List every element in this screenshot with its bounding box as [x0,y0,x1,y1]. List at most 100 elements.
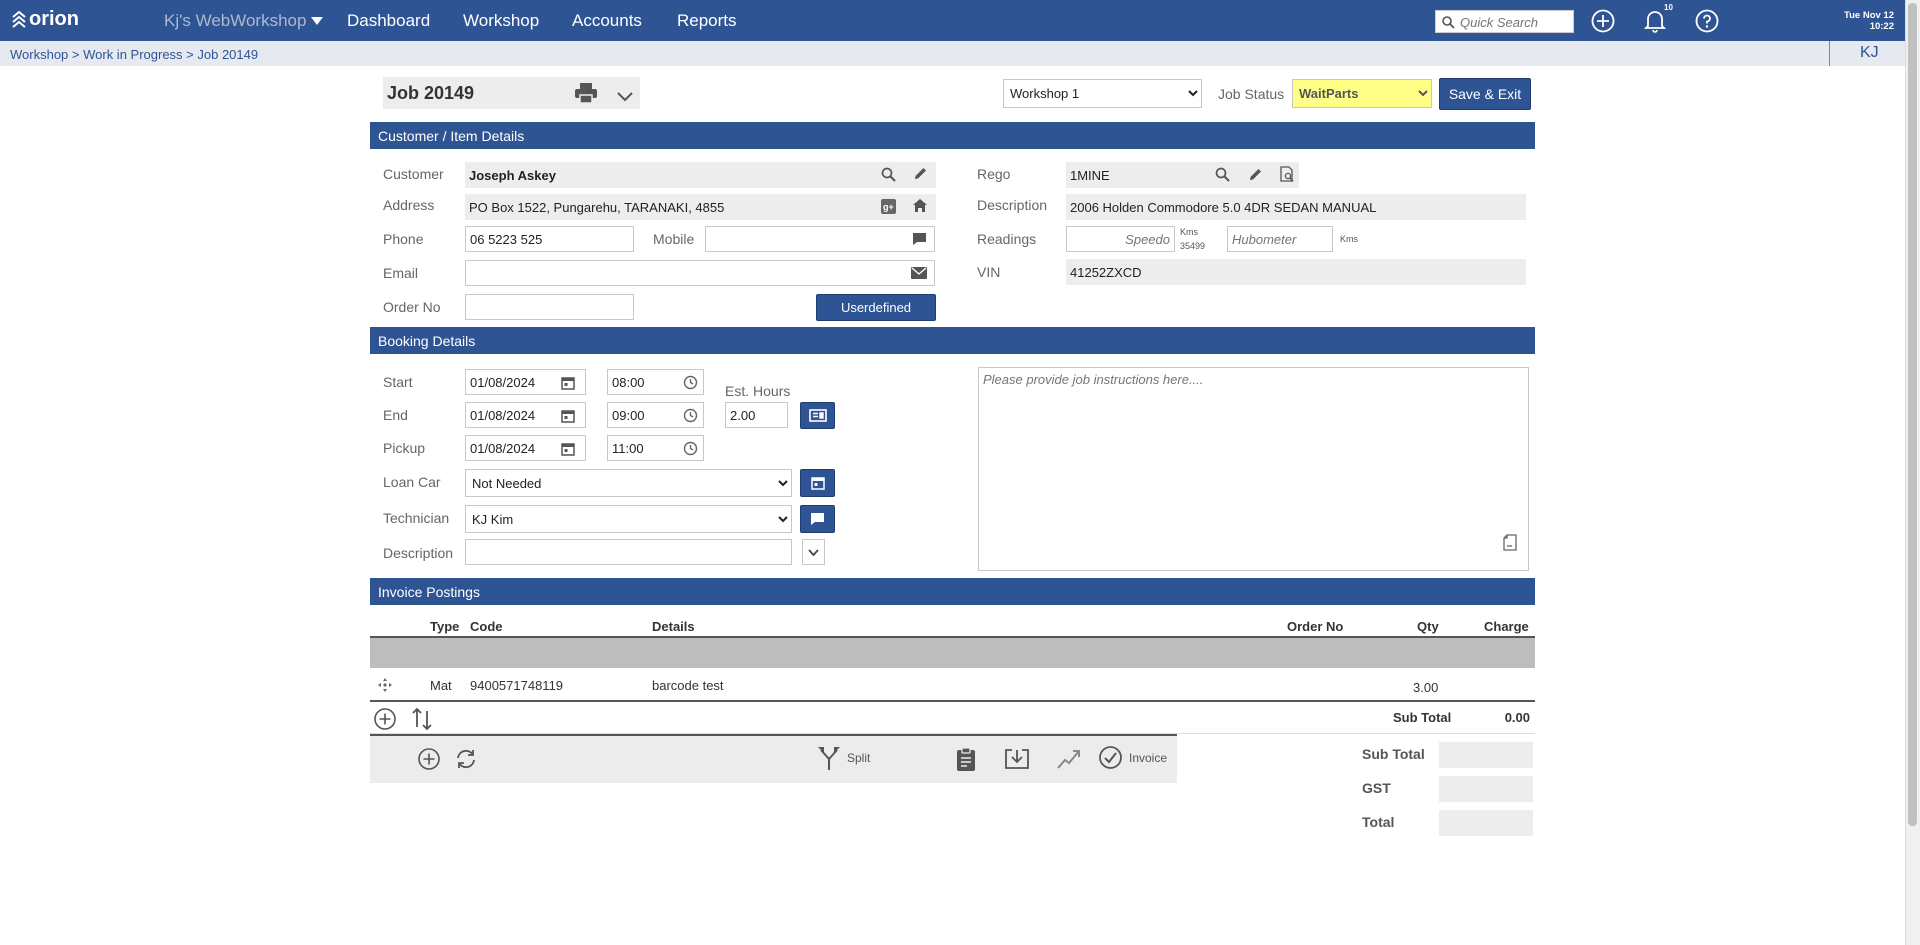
download-tray-icon[interactable] [1004,748,1030,770]
help-icon[interactable] [1695,9,1719,33]
loan-car-calendar-button[interactable] [800,469,835,497]
pickup-date-calendar-icon[interactable] [561,442,575,456]
customer-search-icon[interactable] [881,167,896,182]
speedo-last-reading: 35499 [1180,241,1206,251]
table-row[interactable]: Mat 9400571748119 barcode test 3.00 [370,668,1535,702]
checkmark-circle-icon [1099,746,1122,769]
userdefined-button[interactable]: Userdefined [816,294,936,321]
mobile-field[interactable] [705,226,935,252]
orion-logo-icon [12,10,26,28]
sort-lines-icon[interactable] [411,707,433,731]
end-label: End [383,407,408,423]
breadcrumb[interactable]: Workshop > Work in Progress > Job 20149 [10,47,258,62]
job-status-label: Job Status [1218,86,1285,102]
end-date-calendar-icon[interactable] [561,409,575,423]
loan-car-select[interactable]: Not Needed [465,469,792,497]
rego-edit-pencil-icon[interactable] [1248,167,1263,182]
schedule-card-icon [808,409,827,422]
start-label: Start [383,374,413,390]
nav-workshop[interactable]: Workshop [463,11,539,31]
nav-accounts[interactable]: Accounts [572,11,642,31]
print-icon[interactable] [574,82,598,104]
date-time: Tue Nov 12 10:22 [1830,10,1894,32]
rego-label: Rego [977,166,1011,182]
vehicle-description-label: Description [977,197,1048,213]
order-no-field[interactable] [465,294,634,320]
home-icon[interactable] [912,198,928,213]
split-button[interactable]: Split [816,745,870,771]
gst-label: GST [1362,780,1391,796]
column-details: Details [652,619,695,634]
readings-label: Readings [977,231,1037,247]
pickup-time-clock-icon[interactable] [683,441,698,456]
page-scrollbar-thumb[interactable] [1908,3,1917,826]
row-details: barcode test [652,678,724,693]
breadcrumb-divider [1829,41,1830,66]
refresh-icon[interactable] [454,748,478,770]
booking-description-field[interactable] [465,539,792,565]
nav-reports[interactable]: Reports [677,11,737,31]
schedule-button[interactable] [800,402,835,429]
drag-move-icon[interactable] [377,677,393,693]
google-map-icon[interactable]: g+ [881,199,896,214]
hubometer-unit: Kms [1340,234,1358,244]
end-time-clock-icon[interactable] [683,408,698,423]
workshop-select[interactable]: Workshop 1 [1003,79,1202,108]
loan-car-label: Loan Car [383,474,441,490]
vehicle-lookup-icon[interactable] [1279,166,1295,183]
address-field[interactable]: PO Box 1522, Pungarehu, TARANAKI, 4855 [465,194,936,220]
est-hours-label: Est. Hours [725,383,791,399]
technician-select[interactable]: KJ Kim [465,505,792,533]
quick-search-input[interactable] [1460,13,1570,31]
trend-chart-icon[interactable] [1056,748,1082,770]
address-label: Address [383,197,435,213]
start-time-clock-icon[interactable] [683,375,698,390]
sms-message-icon[interactable] [912,232,927,246]
phone-field[interactable] [465,226,634,252]
start-date-calendar-icon[interactable] [561,376,575,390]
rego-field[interactable]: 1MINE [1066,162,1299,188]
customer-name-field[interactable]: Joseph Askey [465,162,936,188]
user-initials[interactable]: KJ [1860,44,1879,62]
svg-text:g+: g+ [883,202,894,212]
add-line-icon[interactable] [373,707,397,731]
email-field[interactable] [465,260,935,286]
clipboard-icon[interactable] [955,747,977,772]
rego-search-icon[interactable] [1215,167,1230,182]
breadcrumb-bar: Workshop > Work in Progress > Job 20149 … [0,41,1905,66]
top-navigation-bar: orion Kj's WebWorkshop Dashboard Worksho… [0,0,1905,41]
total-value [1439,810,1533,836]
column-charge: Charge [1484,619,1529,634]
invoice-button[interactable]: Invoice [1098,745,1167,770]
row-type: Mat [430,678,452,693]
notes-template-icon[interactable] [1503,534,1517,551]
add-new-icon[interactable] [1591,9,1615,33]
speedo-field[interactable] [1066,226,1175,252]
site-name[interactable]: Kj's WebWorkshop [164,11,306,31]
orion-logo[interactable]: orion [12,8,79,31]
email-label: Email [383,265,419,281]
invoice-label: Invoice [1129,750,1168,765]
site-dropdown-caret-icon[interactable] [310,16,324,26]
sub-total-value [1439,742,1533,768]
split-label: Split [847,751,871,765]
est-hours-field[interactable] [725,402,788,428]
vehicle-description-field[interactable]: 2006 Holden Commodore 5.0 4DR SEDAN MANU… [1066,194,1526,220]
job-status-select[interactable]: WaitParts [1292,79,1432,108]
hubometer-field[interactable] [1227,226,1333,252]
current-time: 10:22 [1869,21,1894,32]
nav-dashboard[interactable]: Dashboard [347,11,430,31]
quick-search[interactable] [1435,10,1574,33]
technician-message-button[interactable] [800,505,835,533]
toolbar-add-icon[interactable] [417,747,441,771]
job-menu-chevron-down-icon[interactable] [617,92,633,102]
order-no-label: Order No [383,299,441,315]
vin-field[interactable]: 41252ZXCD [1066,259,1526,285]
save-exit-button[interactable]: Save & Exit [1439,78,1531,110]
job-instructions-textarea[interactable] [978,367,1529,571]
send-email-envelope-icon[interactable] [911,267,927,279]
description-dropdown-button[interactable] [802,539,825,565]
customer-edit-pencil-icon[interactable] [913,166,928,181]
total-label: Total [1362,814,1395,830]
phone-label: Phone [383,231,424,247]
